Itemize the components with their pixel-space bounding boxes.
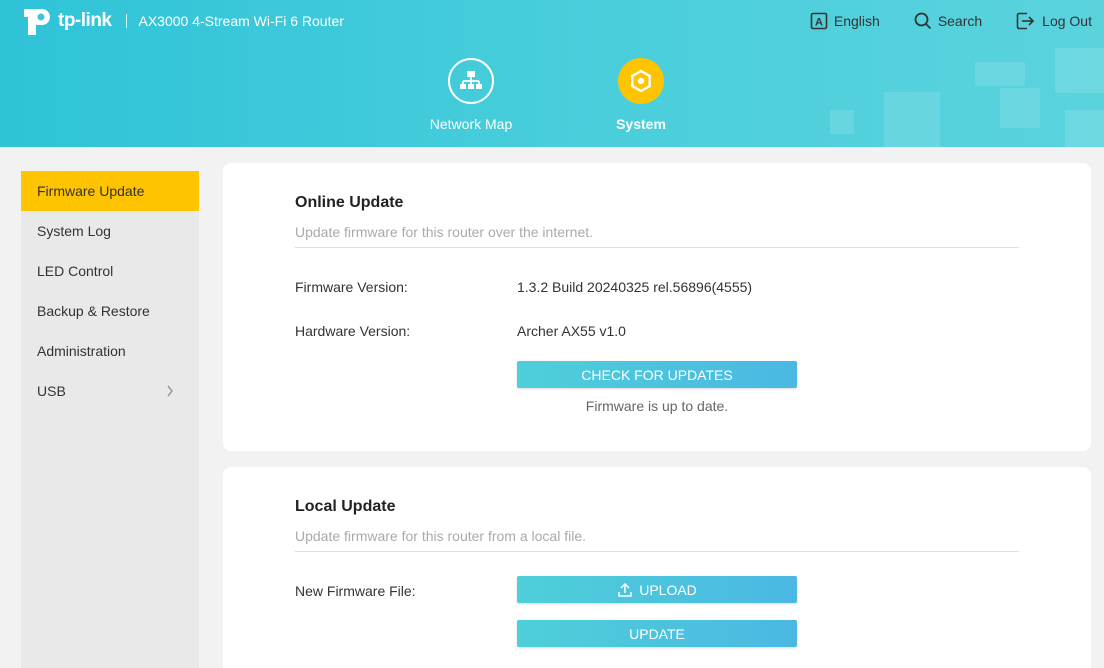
header-decoration <box>1065 110 1104 147</box>
header-decoration <box>975 62 1025 86</box>
nav-system[interactable]: System <box>596 58 686 132</box>
online-update-card: Online Update Update firmware for this r… <box>223 163 1091 451</box>
sidebar-item-firmware-update[interactable]: Firmware Update <box>21 171 199 211</box>
sidebar-item-label: LED Control <box>37 263 114 279</box>
tp-link-logo-icon <box>20 3 56 39</box>
logo-divider <box>125 14 127 28</box>
section-title: Online Update <box>295 194 404 211</box>
section-description: Update firmware for this router over the… <box>295 224 594 240</box>
firmware-version-label: Firmware Version: <box>295 279 408 295</box>
router-model: AX3000 4-Stream Wi-Fi 6 Router <box>138 13 344 29</box>
gear-icon <box>618 58 664 104</box>
upload-label: UPLOAD <box>639 581 697 598</box>
header-decoration <box>1000 88 1040 128</box>
header-decoration <box>1055 48 1104 93</box>
divider <box>295 551 1019 552</box>
sidebar: Firmware Update System Log LED Control B… <box>21 171 199 668</box>
sidebar-item-label: Backup & Restore <box>37 303 150 319</box>
header-decoration <box>830 110 854 134</box>
chevron-right-icon <box>165 371 175 427</box>
update-status: Firmware is up to date. <box>585 398 729 414</box>
hardware-version-value: Archer AX55 v1.0 <box>517 323 626 339</box>
hardware-version-label: Hardware Version: <box>295 323 411 339</box>
logout-icon <box>1016 12 1035 30</box>
section-description: Update firmware for this router from a l… <box>295 528 586 544</box>
header-decoration <box>884 92 940 147</box>
search-button[interactable]: Search <box>914 12 982 30</box>
nav-label: Network Map <box>429 116 513 132</box>
search-label: Search <box>937 13 983 29</box>
update-button[interactable]: UPDATE <box>517 620 797 647</box>
sidebar-item-system-log[interactable]: System Log <box>21 211 199 251</box>
logout-label: Log Out <box>1042 13 1092 29</box>
top-actions: A English Search Log Out <box>794 12 1092 30</box>
nav-network-map[interactable]: Network Map <box>426 58 516 132</box>
network-map-icon <box>448 58 494 104</box>
nav-label: System <box>616 116 666 132</box>
divider <box>295 247 1019 248</box>
firmware-version-value: 1.3.2 Build 20240325 rel.56896(4555) <box>517 279 753 295</box>
sidebar-item-backup-restore[interactable]: Backup & Restore <box>21 291 199 331</box>
local-update-card: Local Update Update firmware for this ro… <box>223 467 1091 668</box>
section-title: Local Update <box>295 498 396 515</box>
language-icon: A <box>810 12 828 30</box>
language-label: English <box>833 13 880 29</box>
brand-name: tp-link <box>58 10 112 31</box>
brand-logo: tp-link AX3000 4-Stream Wi-Fi 6 Router <box>20 3 344 39</box>
logout-button[interactable]: Log Out <box>1016 12 1092 30</box>
sidebar-item-usb[interactable]: USB <box>21 371 199 411</box>
sidebar-item-label: System Log <box>37 223 111 239</box>
check-for-updates-button[interactable]: CHECK FOR UPDATES <box>517 361 797 388</box>
sidebar-item-label: Firmware Update <box>37 183 145 199</box>
svg-text:A: A <box>815 17 823 29</box>
sidebar-item-led-control[interactable]: LED Control <box>21 251 199 291</box>
language-selector[interactable]: A English <box>810 12 880 30</box>
upload-icon <box>618 582 632 597</box>
search-icon <box>914 12 931 30</box>
sidebar-item-label: USB <box>37 383 66 399</box>
upload-button[interactable]: UPLOAD <box>517 576 797 603</box>
new-firmware-file-label: New Firmware File: <box>295 583 416 599</box>
header: tp-link AX3000 4-Stream Wi-Fi 6 Router A… <box>0 0 1104 147</box>
sidebar-item-label: Administration <box>37 343 126 359</box>
sidebar-item-administration[interactable]: Administration <box>21 331 199 371</box>
